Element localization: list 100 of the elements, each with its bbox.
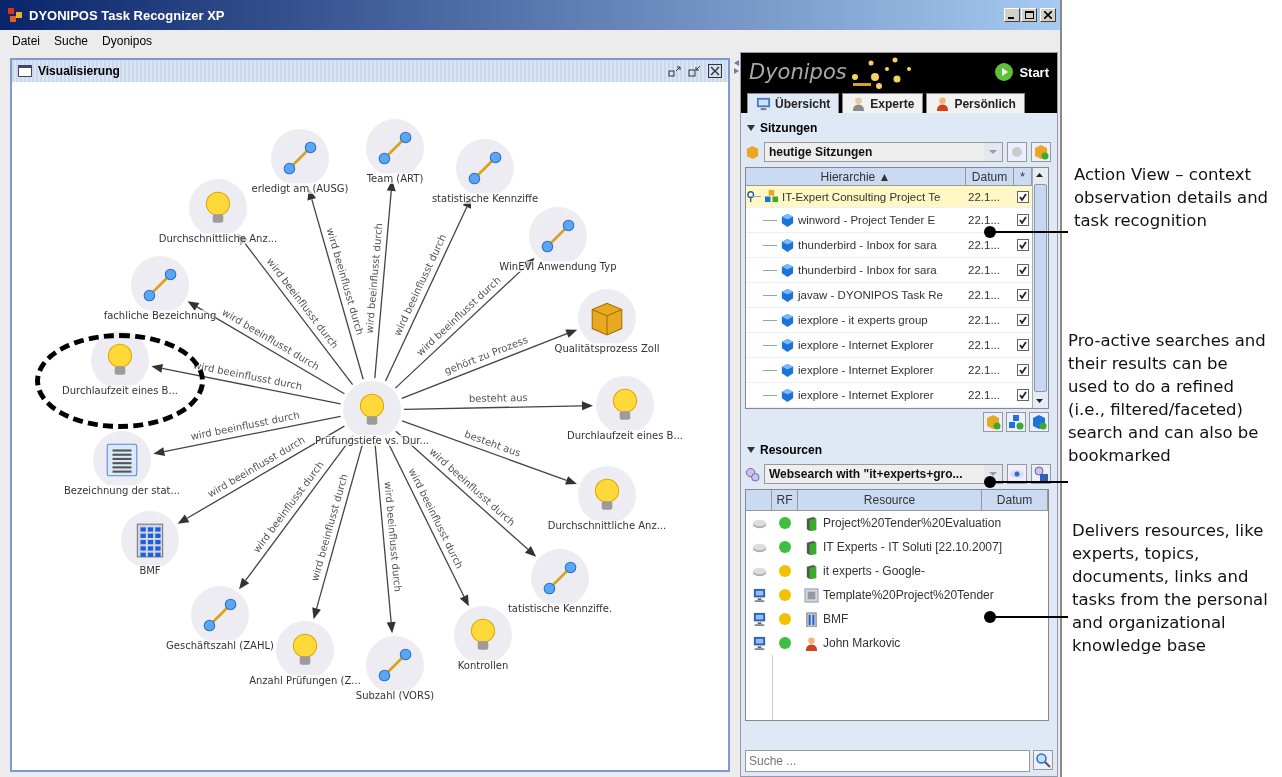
menu-item[interactable]: Suche: [54, 34, 89, 48]
cube-icon: [780, 337, 795, 353]
node-label: Durchschnittliche Anz...: [547, 520, 667, 531]
edge-label: wird beeinflusst durch: [382, 481, 404, 593]
close-icon[interactable]: [708, 64, 722, 78]
add-box-button[interactable]: [983, 412, 1003, 432]
connector-icon: [539, 217, 577, 255]
window-icon: [18, 65, 32, 77]
search-field[interactable]: Suche ...: [745, 750, 1030, 772]
node-label: Durchlaufzeit eines B...: [567, 430, 683, 441]
resource-row[interactable]: it experts - Google-: [746, 559, 1048, 583]
cube-add-icon: [1031, 414, 1047, 430]
close-button[interactable]: [1040, 8, 1056, 22]
checkbox[interactable]: [1017, 214, 1029, 226]
node-label: Team (ART): [366, 173, 424, 184]
person-icon: [851, 96, 867, 111]
session-name: iexplore - Internet Explorer: [798, 339, 934, 351]
window-title: DYONIPOS Task Recognizer XP: [29, 7, 226, 23]
collapse-icon[interactable]: [747, 124, 755, 132]
building-icon: [804, 611, 819, 627]
add-group-button[interactable]: [1006, 412, 1026, 432]
resource-row[interactable]: John Markovic: [746, 631, 1048, 655]
session-row[interactable]: iexplore - Internet Explorer 22.1...: [746, 358, 1032, 383]
checkbox[interactable]: [1017, 314, 1029, 326]
add-cube-button[interactable]: [1029, 412, 1049, 432]
cube-icon: [780, 312, 795, 328]
session-name: iexplore - Internet Explorer: [798, 389, 934, 401]
column-header[interactable]: RF: [772, 490, 798, 511]
checkbox[interactable]: [1017, 339, 1029, 351]
search-button[interactable]: [1033, 750, 1053, 770]
resource-name: Template%20Project%20Tender: [823, 588, 994, 602]
tab[interactable]: Übersicht: [747, 93, 840, 113]
connector-icon: [541, 559, 579, 597]
edge-label: wird beeinflusst durch: [363, 222, 385, 334]
cube-icon: [780, 362, 795, 378]
session-row[interactable]: iexplore - Internet Explorer 22.1...: [746, 383, 1032, 408]
resource-row[interactable]: Template%20Project%20Tender: [746, 583, 1048, 607]
node-label: Prüfungstiefe vs. Dur...: [315, 435, 429, 446]
person-icon: [935, 96, 951, 111]
restore-icon[interactable]: [668, 65, 682, 77]
column-header[interactable]: Resource: [798, 490, 982, 511]
menu-item[interactable]: Datei: [12, 34, 40, 48]
session-name: thunderbird - Inbox for sara: [798, 264, 937, 276]
section-title: Resourcen: [760, 443, 823, 457]
edge-label: besteht aus: [468, 391, 528, 405]
book-icon: [804, 539, 819, 555]
session-row[interactable]: javaw - DYONIPOS Task Re 22.1...: [746, 283, 1032, 308]
session-date: 22.1...: [968, 239, 1000, 251]
checkbox[interactable]: [1017, 289, 1029, 301]
checkbox[interactable]: [1017, 239, 1029, 251]
tab[interactable]: Persönlich: [926, 93, 1025, 113]
minimize-button[interactable]: [1004, 8, 1020, 22]
bookmark-search-button[interactable]: [1031, 464, 1051, 484]
view-button[interactable]: [1007, 464, 1027, 484]
collapse-icon[interactable]: [747, 446, 755, 454]
close-icon: [1044, 11, 1052, 19]
node-label: Bezeichnung der stat...: [63, 485, 181, 496]
resource-row[interactable]: Project%20Tender%20Evaluation: [746, 511, 1048, 535]
menu-item[interactable]: Dyonipos: [102, 34, 153, 48]
node-label: Kontrollen: [457, 660, 509, 671]
node-label: erledigt am (AUSG): [251, 183, 349, 194]
connector-icon: [141, 266, 179, 304]
cube-icon: [780, 212, 795, 228]
session-name: javaw - DYONIPOS Task Re: [798, 289, 943, 301]
box-icon: [745, 144, 760, 160]
maximize-button[interactable]: [1021, 8, 1037, 22]
splitter-arrows-icon[interactable]: [734, 60, 739, 74]
session-row[interactable]: iexplore - Internet Explorer 22.1...: [746, 333, 1032, 358]
resource-row[interactable]: IT Experts - IT Soluti [22.10.2007]: [746, 535, 1048, 559]
node-label: BMF: [139, 565, 161, 576]
scrollbar[interactable]: [1032, 168, 1048, 408]
cube-icon: [780, 262, 795, 278]
resource-row[interactable]: BMF: [746, 607, 1048, 631]
book-icon: [804, 563, 819, 579]
maximize-icon[interactable]: [688, 65, 702, 77]
app-icon: [8, 8, 24, 22]
search-icon: [1035, 752, 1051, 768]
session-row[interactable]: IT-Expert Consulting Project Te 22.1...: [746, 186, 1032, 208]
session-filter-dropdown[interactable]: heutige Sitzungen: [764, 142, 1003, 162]
cube-group-icon: [764, 189, 779, 205]
bookmark-icon: [1033, 466, 1049, 482]
cube-icon: [780, 287, 795, 303]
node-label: fachliche Bezeichnung: [103, 310, 217, 321]
maximize-icon: [1024, 11, 1034, 19]
session-name: thunderbird - Inbox for sara: [798, 239, 937, 251]
session-row[interactable]: thunderbird - Inbox for sara 22.1...: [746, 258, 1032, 283]
checkbox[interactable]: [1017, 389, 1029, 401]
checkbox[interactable]: [1017, 264, 1029, 276]
checkbox[interactable]: [1017, 364, 1029, 376]
resource-name: John Markovic: [823, 636, 901, 650]
add-session-button[interactable]: [1031, 142, 1051, 162]
session-date: 22.1...: [968, 314, 1000, 326]
session-row[interactable]: iexplore - it experts group 22.1...: [746, 308, 1032, 333]
tab[interactable]: Experte: [842, 93, 924, 113]
panel-title: Visualisierung: [38, 64, 121, 78]
connector-icon: [376, 646, 414, 684]
column-header[interactable]: Datum: [982, 490, 1048, 511]
start-button[interactable]: Start: [994, 62, 1049, 82]
search-query-dropdown[interactable]: Websearch with "it+experts+gro...: [764, 464, 1003, 484]
checkbox[interactable]: [1017, 190, 1029, 203]
